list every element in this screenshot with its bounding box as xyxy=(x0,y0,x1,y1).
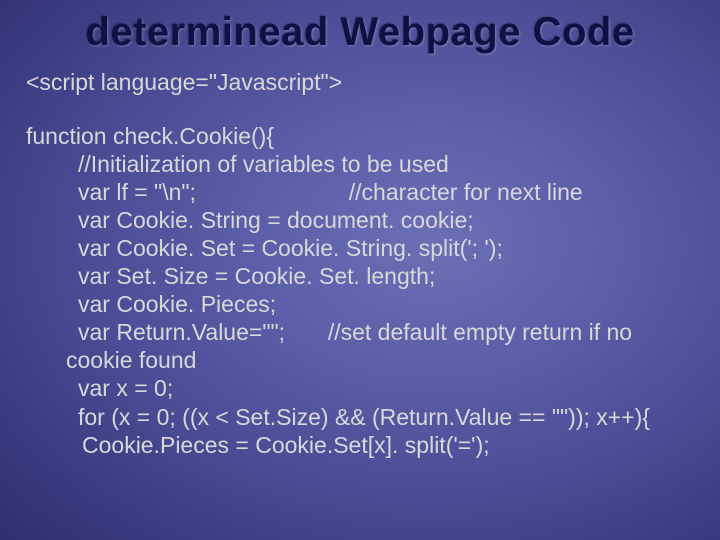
code-fragment: //character for next line xyxy=(349,179,583,205)
slide-title: determinead Webpage Code xyxy=(0,10,720,55)
code-line: var Set. Size = Cookie. Set. length; xyxy=(26,262,700,290)
code-line: var Return.Value=""; //set default empty… xyxy=(26,318,700,346)
code-block: <script language="Javascript"> function … xyxy=(26,68,700,459)
code-line: for (x = 0; ((x < Set.Size) && (Return.V… xyxy=(26,403,700,431)
code-line: var Cookie. Set = Cookie. String. split(… xyxy=(26,234,700,262)
code-line: var Cookie. String = document. cookie; xyxy=(26,206,700,234)
code-line: function check.Cookie(){ xyxy=(26,122,700,150)
code-line: cookie found xyxy=(26,346,700,374)
code-fragment: //set default empty return if no xyxy=(328,319,632,345)
code-line: //Initialization of variables to be used xyxy=(26,150,700,178)
code-line: var x = 0; xyxy=(26,374,700,402)
code-line: var lf = "\n"; //character for next line xyxy=(26,178,700,206)
code-fragment: var lf = "\n"; xyxy=(78,179,196,205)
code-line: <script language="Javascript"> xyxy=(26,68,700,96)
slide: determinead Webpage Code <script languag… xyxy=(0,0,720,540)
code-line: var Cookie. Pieces; xyxy=(26,290,700,318)
code-line: Cookie.Pieces = Cookie.Set[x]. split('='… xyxy=(26,431,700,459)
code-fragment: var Return.Value=""; xyxy=(78,319,285,345)
